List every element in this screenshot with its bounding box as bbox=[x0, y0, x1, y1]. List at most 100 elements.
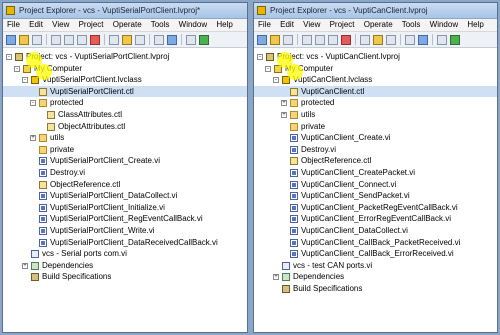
cut-icon[interactable] bbox=[302, 34, 312, 45]
tree-item[interactable]: private bbox=[3, 144, 247, 156]
tree-item-label: VuptiCanClient_ErrorRegEventCallBack.vi bbox=[301, 214, 451, 224]
open-icon[interactable] bbox=[19, 34, 29, 45]
collapse-node-icon[interactable]: - bbox=[273, 77, 279, 84]
tree-item[interactable]: private bbox=[254, 121, 497, 133]
tree-item-label: VuptiCanClient_CreatePacket.vi bbox=[301, 167, 415, 177]
menu-file[interactable]: File bbox=[7, 20, 20, 29]
collapse-node-icon[interactable]: - bbox=[6, 54, 12, 60]
tree-item[interactable]: ClassAttributes.ctl bbox=[3, 109, 247, 121]
menu-file[interactable]: File bbox=[258, 20, 271, 29]
delete-icon[interactable] bbox=[341, 34, 351, 45]
tree-item[interactable]: VuptiSerialPortClient.ctl bbox=[3, 85, 247, 98]
tree-item[interactable]: + Dependencies bbox=[254, 271, 497, 283]
tree-item[interactable]: vcs - test CAN ports.vi bbox=[254, 260, 497, 272]
properties-icon[interactable] bbox=[109, 34, 119, 45]
build-icon[interactable] bbox=[135, 34, 145, 45]
menu-operate[interactable]: Operate bbox=[364, 20, 393, 29]
collapse-node-icon[interactable]: - bbox=[265, 65, 271, 72]
title-bar[interactable]: Project Explorer - vcs - VuptiSerialPort… bbox=[3, 3, 247, 19]
files-view-icon[interactable] bbox=[186, 34, 196, 45]
paste-icon[interactable] bbox=[77, 34, 87, 45]
open-icon[interactable] bbox=[270, 34, 280, 45]
tree-item[interactable]: Build Specifications bbox=[3, 271, 247, 283]
expand-node-icon[interactable]: + bbox=[281, 100, 287, 107]
tree-item[interactable]: VuptiCanClient_ErrorRegEventCallBack.vi bbox=[254, 213, 497, 225]
tree-item[interactable]: VuptiCanClient_SendPacket.vi bbox=[254, 190, 497, 202]
menu-edit[interactable]: Edit bbox=[29, 20, 43, 29]
collapse-node-icon[interactable]: - bbox=[14, 65, 20, 72]
collapse-node-icon[interactable]: - bbox=[22, 77, 28, 84]
new-icon[interactable] bbox=[257, 34, 267, 45]
menu-edit[interactable]: Edit bbox=[280, 20, 294, 29]
tree-item[interactable]: + utils bbox=[254, 109, 497, 121]
tree-item[interactable]: Destroy.vi bbox=[3, 167, 247, 179]
tree-item[interactable]: Build Specifications bbox=[254, 283, 497, 295]
tree-item[interactable]: - protected bbox=[3, 97, 247, 109]
tree-item[interactable]: VuptiSerialPortClient_DataReceivedCallBa… bbox=[3, 237, 247, 249]
menu-help[interactable]: Help bbox=[216, 20, 232, 29]
expand-node-icon[interactable]: + bbox=[30, 135, 36, 142]
menu-view[interactable]: View bbox=[303, 20, 320, 29]
run-icon[interactable] bbox=[199, 34, 209, 45]
collapse-all-icon[interactable] bbox=[405, 34, 415, 45]
menu-project[interactable]: Project bbox=[330, 20, 355, 29]
tree-item[interactable]: VuptiCanClient.ctl bbox=[254, 85, 497, 98]
collapse-node-icon[interactable]: - bbox=[257, 54, 263, 60]
tree-item[interactable]: VuptiCanClient_Create.vi bbox=[254, 132, 497, 144]
menu-tools[interactable]: Tools bbox=[151, 20, 170, 29]
title-bar[interactable]: Project Explorer - vcs - VuptiCanClient.… bbox=[254, 3, 497, 19]
menu-tools[interactable]: Tools bbox=[402, 20, 421, 29]
copy-icon[interactable] bbox=[315, 34, 325, 45]
expand-node-icon[interactable]: + bbox=[281, 111, 287, 118]
tree-item[interactable]: VuptiCanClient_CallBack_PacketReceived.v… bbox=[254, 237, 497, 249]
build-icon[interactable] bbox=[386, 34, 396, 45]
expand-all-icon[interactable] bbox=[418, 34, 428, 45]
tree-item[interactable]: + utils bbox=[3, 132, 247, 144]
tree-item[interactable]: VuptiSerialPortClient_Write.vi bbox=[3, 225, 247, 237]
tree-item[interactable]: VuptiCanClient_Connect.vi bbox=[254, 179, 497, 191]
add-folder-icon[interactable] bbox=[122, 34, 132, 45]
tree-item[interactable]: VuptiSerialPortClient_Create.vi bbox=[3, 155, 247, 167]
menu-operate[interactable]: Operate bbox=[113, 20, 142, 29]
collapse-all-icon[interactable] bbox=[154, 34, 164, 45]
files-view-icon[interactable] bbox=[437, 34, 447, 45]
vi-file-icon bbox=[290, 226, 298, 235]
tree-item[interactable]: ObjectReference.ctl bbox=[254, 155, 497, 167]
tree-item[interactable]: ObjectAttributes.ctl bbox=[3, 121, 247, 133]
menu-window[interactable]: Window bbox=[430, 20, 458, 29]
tree-item[interactable]: vcs - Serial ports com.vi bbox=[3, 248, 247, 260]
tree-item[interactable]: VuptiCanClient_CallBack_ErrorReceived.vi bbox=[254, 248, 497, 260]
tree-item[interactable]: + protected bbox=[254, 97, 497, 109]
control-file-icon bbox=[290, 157, 298, 166]
menu-help[interactable]: Help bbox=[467, 20, 483, 29]
menu-window[interactable]: Window bbox=[179, 20, 207, 29]
add-folder-icon[interactable] bbox=[373, 34, 383, 45]
tree-item[interactable]: + Dependencies bbox=[3, 260, 247, 272]
paste-icon[interactable] bbox=[328, 34, 338, 45]
tree-item[interactable]: VuptiCanClient_DataCollect.vi bbox=[254, 225, 497, 237]
expand-node-icon[interactable]: + bbox=[22, 262, 28, 269]
run-icon[interactable] bbox=[450, 34, 460, 45]
expand-node-icon[interactable]: + bbox=[273, 274, 279, 281]
tree-item[interactable]: VuptiSerialPortClient_RegEventCallBack.v… bbox=[3, 213, 247, 225]
control-file-icon bbox=[39, 180, 47, 189]
menu-bar: File Edit View Project Operate Tools Win… bbox=[3, 19, 247, 32]
collapse-node-icon[interactable]: - bbox=[30, 100, 36, 107]
tree-item[interactable]: ObjectReference.ctl bbox=[3, 179, 247, 191]
tree-item[interactable]: VuptiCanClient_CreatePacket.vi bbox=[254, 167, 497, 179]
properties-icon[interactable] bbox=[360, 34, 370, 45]
copy-icon[interactable] bbox=[64, 34, 74, 45]
tree-item[interactable]: VuptiCanClient_PacketRegEventCallBack.vi bbox=[254, 202, 497, 214]
cut-icon[interactable] bbox=[51, 34, 61, 45]
expand-all-icon[interactable] bbox=[167, 34, 177, 45]
menu-project[interactable]: Project bbox=[79, 20, 104, 29]
save-icon[interactable] bbox=[32, 34, 42, 45]
menu-view[interactable]: View bbox=[52, 20, 69, 29]
save-icon[interactable] bbox=[283, 34, 293, 45]
tree-item[interactable]: Destroy.vi bbox=[254, 144, 497, 156]
delete-icon[interactable] bbox=[90, 34, 100, 45]
tree-item[interactable]: VuptiSerialPortClient_DataCollect.vi bbox=[3, 190, 247, 202]
tree-item[interactable]: VuptiSerialPortClient_Initialize.vi bbox=[3, 202, 247, 214]
new-icon[interactable] bbox=[6, 34, 16, 45]
vi-file-icon bbox=[39, 168, 47, 177]
